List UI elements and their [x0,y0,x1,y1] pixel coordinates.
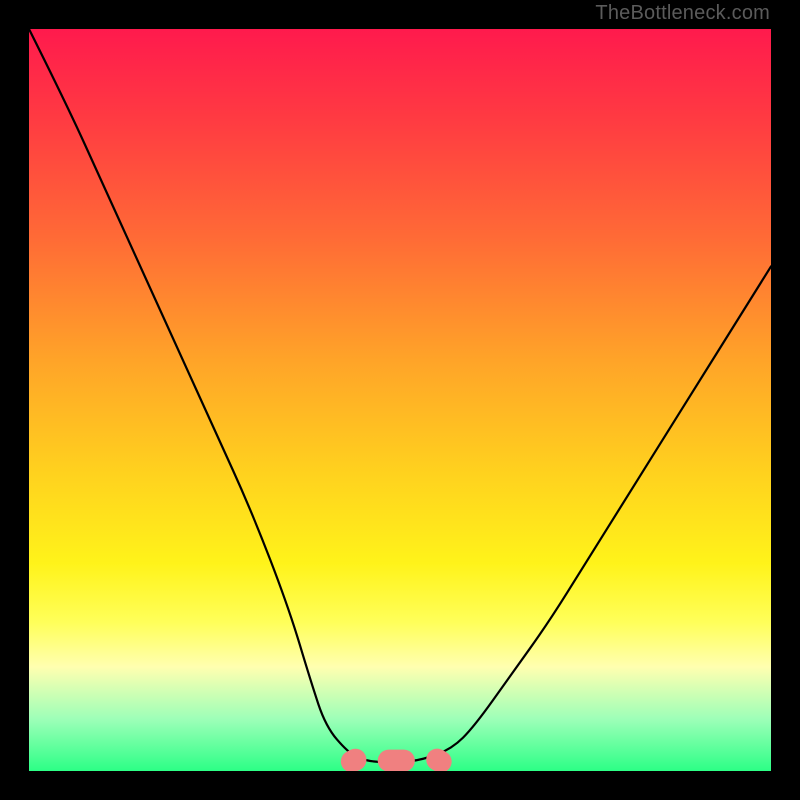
trough-marker [337,745,455,771]
trough-segment [337,745,370,771]
chart-overlay [29,29,771,771]
bottleneck-curve [29,29,771,762]
trough-segment [378,750,415,771]
watermark-text: TheBottleneck.com [595,2,770,25]
chart-frame: TheBottleneck.com [0,0,800,800]
